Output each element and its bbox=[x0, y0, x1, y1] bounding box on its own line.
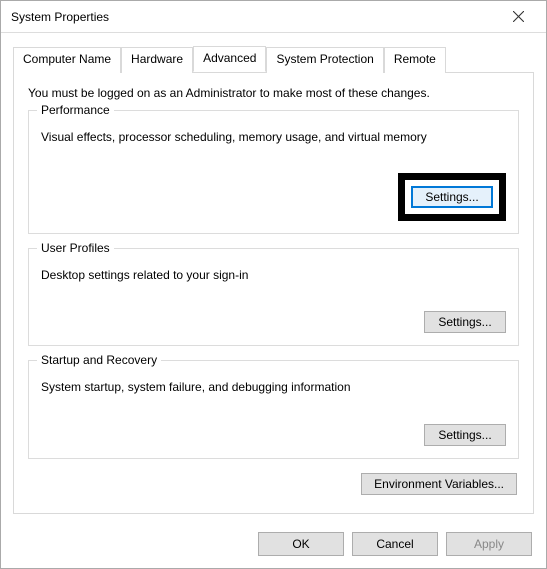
tab-computer-name[interactable]: Computer Name bbox=[13, 47, 121, 73]
startup-recovery-settings-button[interactable]: Settings... bbox=[424, 424, 506, 446]
cancel-button[interactable]: Cancel bbox=[352, 532, 438, 556]
env-var-row: Environment Variables... bbox=[28, 473, 519, 495]
group-performance-title: Performance bbox=[37, 103, 114, 117]
environment-variables-button[interactable]: Environment Variables... bbox=[361, 473, 517, 495]
group-performance-button-row: Settings... bbox=[41, 173, 506, 221]
group-startup-recovery: Startup and Recovery System startup, sys… bbox=[28, 360, 519, 458]
group-user-profiles-desc: Desktop settings related to your sign-in bbox=[41, 267, 506, 283]
admin-notice: You must be logged on as an Administrato… bbox=[28, 86, 519, 100]
window-title: System Properties bbox=[11, 10, 498, 24]
dialog-content: Computer Name Hardware Advanced System P… bbox=[1, 33, 546, 514]
group-startup-recovery-title: Startup and Recovery bbox=[37, 353, 161, 367]
group-user-profiles-button-row: Settings... bbox=[41, 311, 506, 333]
close-button[interactable] bbox=[498, 3, 538, 31]
tab-system-protection[interactable]: System Protection bbox=[266, 47, 383, 73]
user-profiles-settings-button[interactable]: Settings... bbox=[424, 311, 506, 333]
group-performance-desc: Visual effects, processor scheduling, me… bbox=[41, 129, 506, 145]
group-user-profiles-title: User Profiles bbox=[37, 241, 114, 255]
ok-button[interactable]: OK bbox=[258, 532, 344, 556]
tab-remote[interactable]: Remote bbox=[384, 47, 446, 73]
close-icon bbox=[513, 11, 524, 22]
group-startup-recovery-button-row: Settings... bbox=[41, 424, 506, 446]
group-startup-recovery-desc: System startup, system failure, and debu… bbox=[41, 379, 506, 395]
highlight-annotation: Settings... bbox=[398, 173, 506, 221]
performance-settings-button[interactable]: Settings... bbox=[411, 186, 493, 208]
group-performance: Performance Visual effects, processor sc… bbox=[28, 110, 519, 234]
tab-hardware[interactable]: Hardware bbox=[121, 47, 193, 73]
dialog-footer: OK Cancel Apply bbox=[258, 532, 532, 556]
tab-strip: Computer Name Hardware Advanced System P… bbox=[13, 46, 534, 73]
titlebar: System Properties bbox=[1, 1, 546, 33]
tab-advanced[interactable]: Advanced bbox=[193, 46, 266, 72]
tab-panel-advanced: You must be logged on as an Administrato… bbox=[13, 72, 534, 514]
apply-button[interactable]: Apply bbox=[446, 532, 532, 556]
group-user-profiles: User Profiles Desktop settings related t… bbox=[28, 248, 519, 346]
